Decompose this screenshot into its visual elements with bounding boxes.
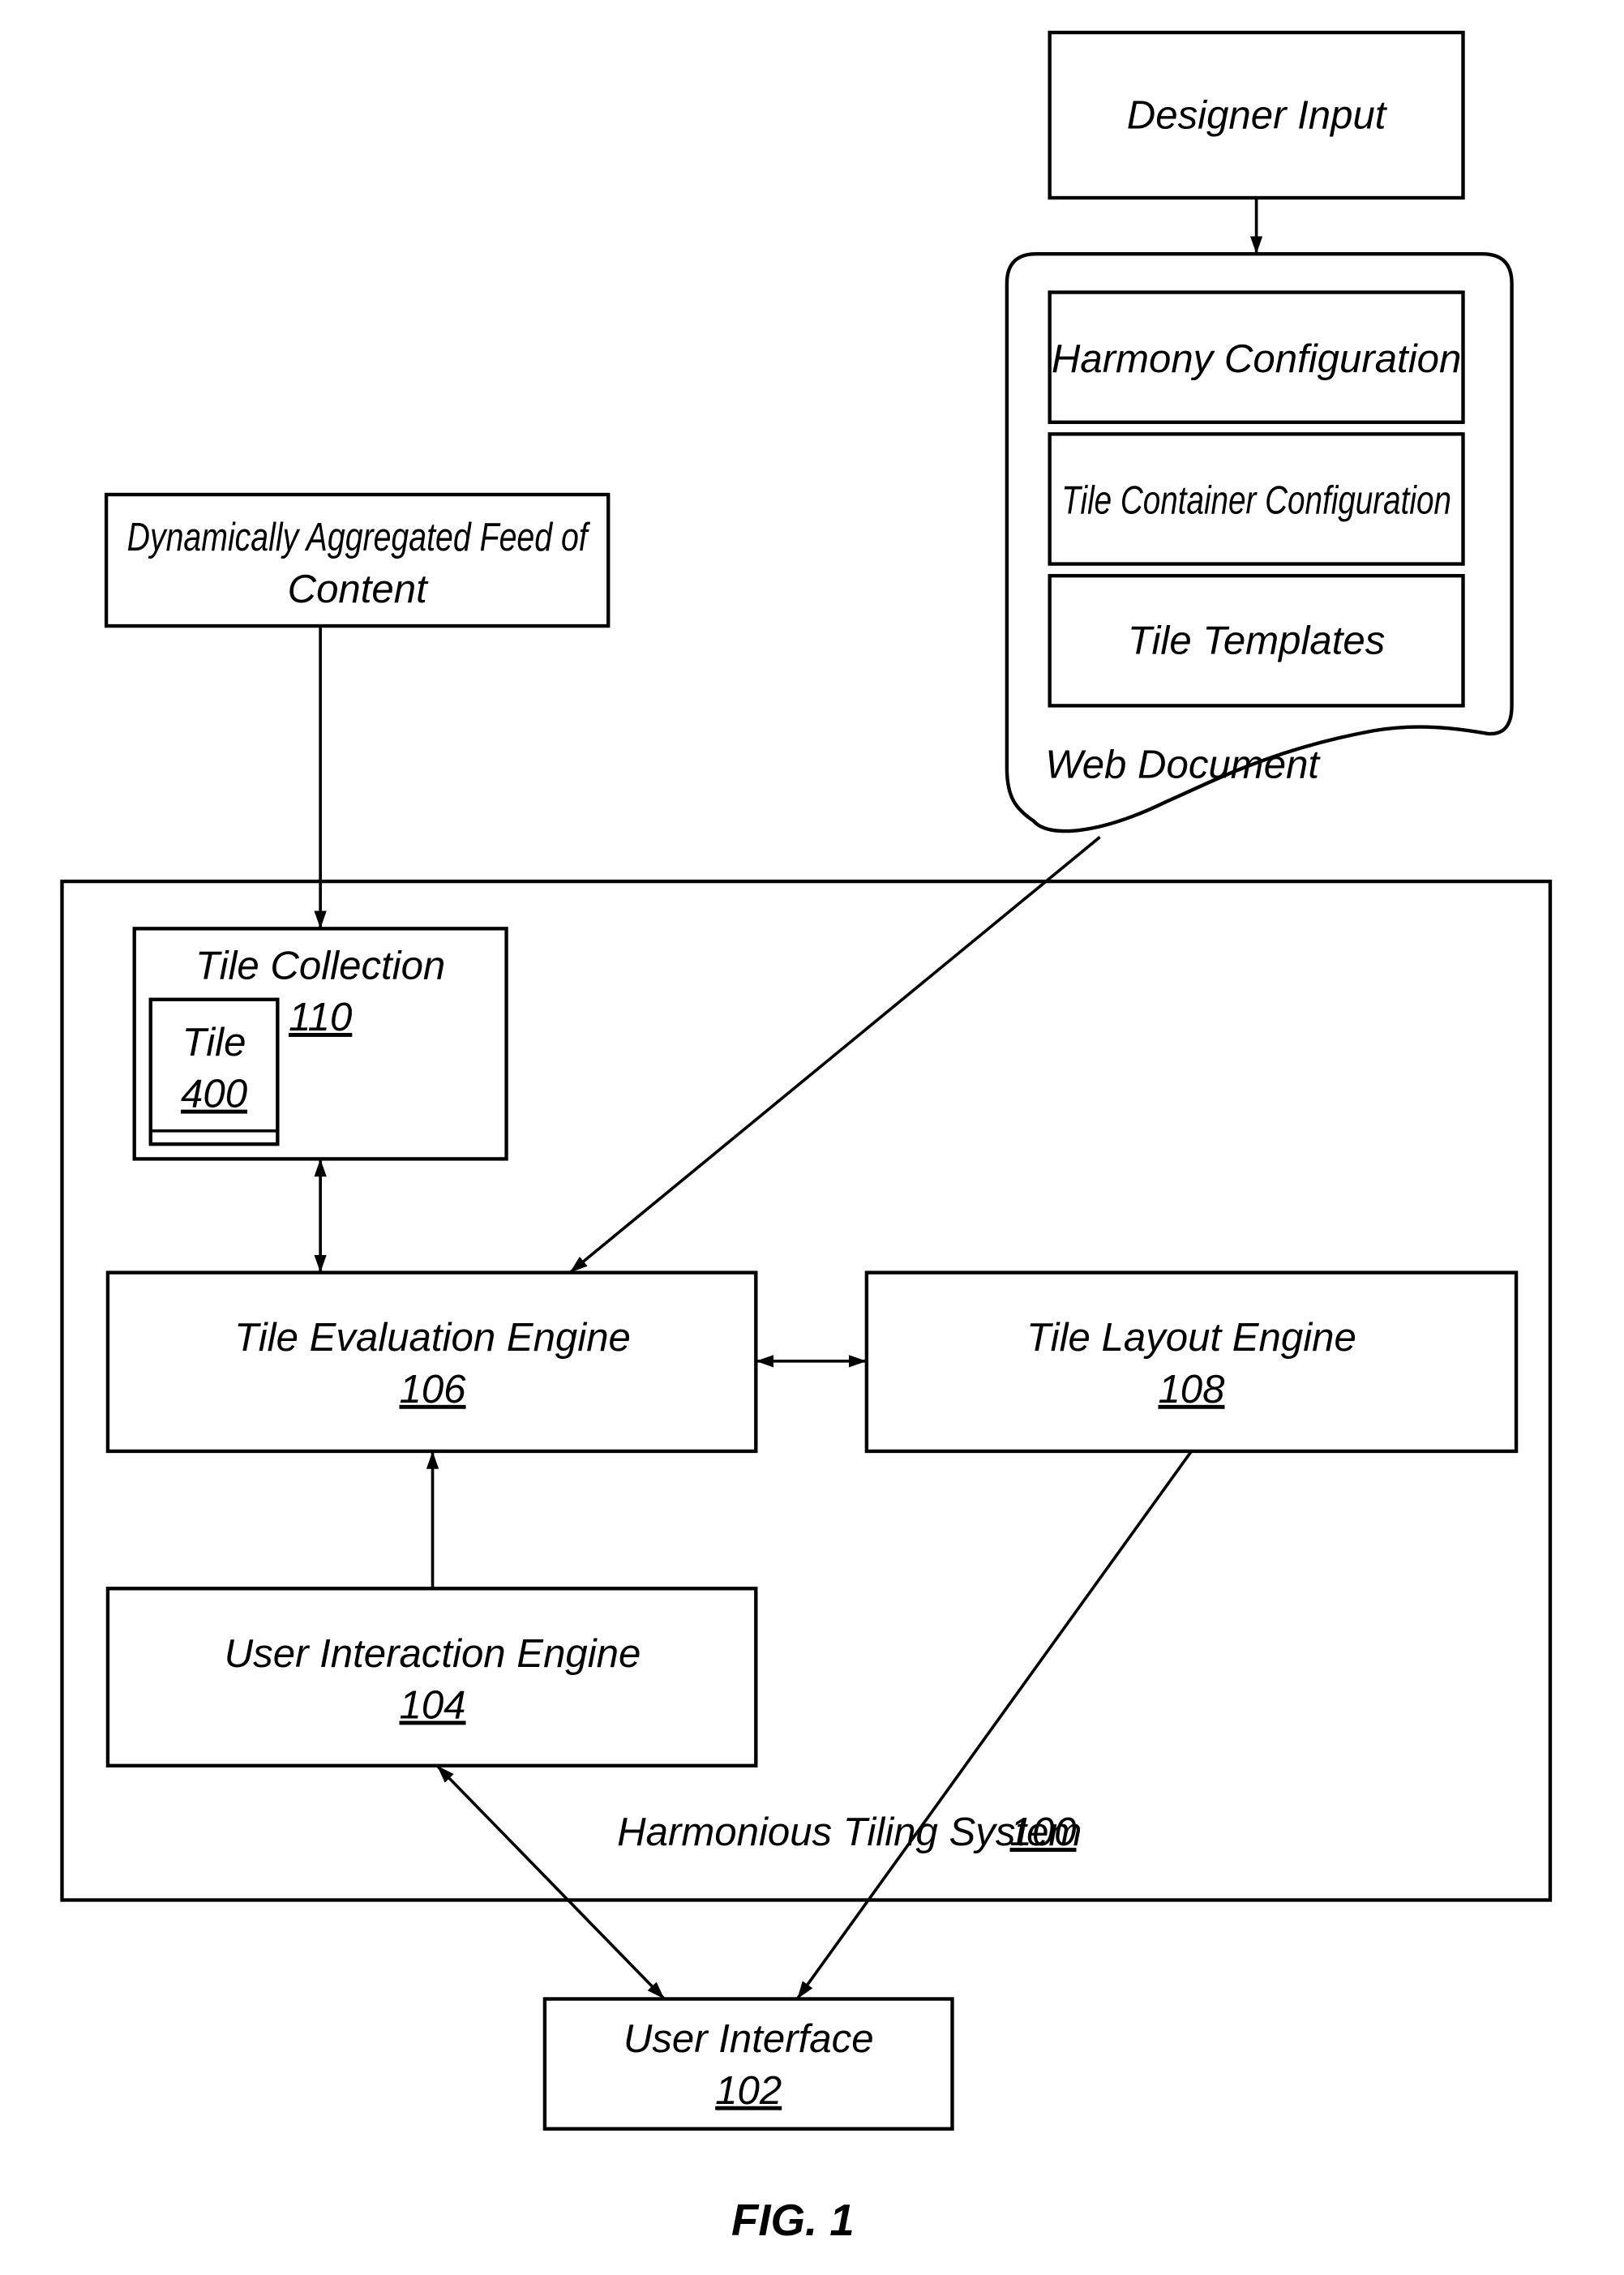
tile-layout-engine-box: Tile Layout Engine 108 [864, 1270, 1519, 1454]
figure-caption: FIG. 1 [731, 2196, 855, 2245]
web-document-label: Web Document [1045, 743, 1321, 787]
tile-evaluation-engine-ref: 106 [400, 1367, 467, 1412]
user-interface-ref: 102 [715, 2068, 782, 2113]
user-interaction-engine-label: User Interaction Engine [225, 1631, 641, 1676]
arrow-layout-to-ui [795, 1450, 1193, 2000]
tile-container-configuration-label: Tile Container Configuration [1061, 478, 1451, 523]
tile-layout-engine-label: Tile Layout Engine [1026, 1315, 1356, 1360]
tile-ref: 400 [181, 1072, 247, 1116]
feed-box: Dynamically Aggregated Feed of Content [104, 492, 611, 628]
tile-box: Tile 400 [148, 997, 280, 1146]
tile-templates-label: Tile Templates [1128, 619, 1385, 663]
patent-figure: Designer Input Web Document Harmony Conf… [60, 30, 1553, 2245]
tile-templates-box: Tile Templates [1048, 573, 1465, 708]
feed-label-line1: Dynamically Aggregated Feed of [127, 515, 591, 559]
user-interaction-engine-ref: 104 [400, 1683, 466, 1728]
harmonious-tiling-system-ref: 100 [1010, 1810, 1077, 1854]
arrow-interaction-ui [435, 1764, 666, 2000]
user-interaction-engine-box: User Interaction Engine 104 [105, 1587, 758, 1767]
tile-collection-label: Tile Collection [195, 943, 445, 988]
tile-container-configuration-box: Tile Container Configuration [1048, 432, 1465, 566]
harmony-configuration-box: Harmony Configuration [1048, 290, 1465, 424]
tile-evaluation-engine-box: Tile Evaluation Engine 106 [105, 1270, 758, 1454]
designer-input-label: Designer Input [1127, 92, 1388, 137]
user-interface-box: User Interface 102 [542, 1997, 954, 2131]
user-interface-label: User Interface [623, 2016, 874, 2061]
feed-label-line2: Content [288, 567, 430, 611]
designer-input-box: Designer Input [1048, 30, 1465, 200]
harmony-configuration-label: Harmony Configuration [1052, 336, 1461, 381]
tile-collection-ref: 110 [289, 995, 352, 1039]
arrow-webdoc-to-evaluation [568, 836, 1101, 1275]
tile-label: Tile [182, 1020, 246, 1065]
tile-layout-engine-ref: 108 [1158, 1367, 1225, 1412]
tile-evaluation-engine-label: Tile Evaluation Engine [234, 1315, 631, 1360]
